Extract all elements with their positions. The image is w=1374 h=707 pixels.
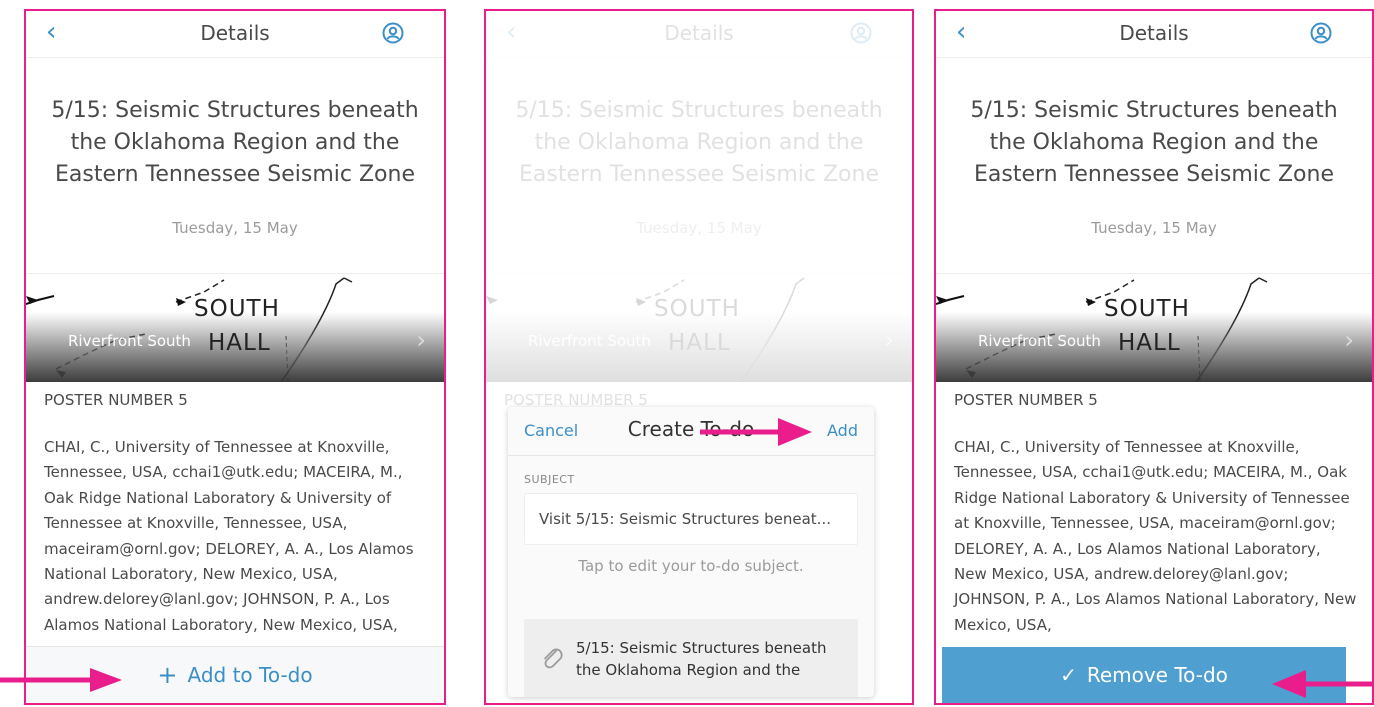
event-title: 5/15: Seismic Structures beneath the Okl… [51, 98, 419, 187]
remove-todo-label: Remove To-do [1086, 663, 1228, 687]
chevron-right-icon: › [1344, 326, 1354, 354]
user-circle-icon[interactable] [1310, 22, 1332, 44]
poster-number: POSTER NUMBER 5 [44, 391, 188, 409]
paperclip-icon [544, 648, 563, 669]
location-name: Riverfront South [978, 332, 1101, 350]
chevron-right-icon: › [416, 326, 426, 354]
map-label-hall: HALL [1118, 330, 1181, 356]
event-date: Tuesday, 15 May [1091, 219, 1217, 237]
subject-hint: Tap to edit your to-do subject. [578, 557, 804, 575]
screen-details-after: ‹ Details 5/15: Seismic Structures benea… [934, 9, 1374, 705]
nav-bar: ‹ Details [936, 11, 1372, 58]
location-pin-icon [486, 274, 504, 296]
poster-number: POSTER NUMBER 5 [954, 391, 1098, 409]
page-title: Details [1119, 21, 1189, 45]
chevron-right-icon: › [884, 326, 894, 354]
attachment-text: 5/15: Seismic Structures beneath the Okl… [576, 639, 827, 679]
annotation-arrow-add [700, 418, 812, 446]
add-to-todo-label: Add to To-do [187, 663, 313, 687]
location-map: SOUTH HALL Riverfront South › [486, 273, 912, 382]
nav-bar: ‹ Details [486, 11, 912, 58]
location-map[interactable]: SOUTH HALL Riverfront South › [26, 273, 444, 382]
user-circle-icon [850, 22, 872, 44]
checkmark-icon: ✓ [1060, 663, 1077, 687]
user-circle-icon[interactable] [382, 22, 404, 44]
subject-label: SUBJECT [524, 473, 575, 486]
map-label-hall: HALL [208, 330, 271, 356]
add-button[interactable]: Add [827, 421, 858, 440]
screen-details-before: ‹ Details 5/15: Seismic Structures benea… [24, 9, 446, 705]
authors-text: CHAI, C., University of Tennessee at Kno… [44, 438, 414, 634]
event-date: Tuesday, 15 May [636, 219, 762, 237]
event-title: 5/15: Seismic Structures beneath the Okl… [970, 98, 1338, 187]
annotation-arrow-add-to-todo [0, 668, 122, 692]
annotation-arrow-remove-todo [1272, 670, 1374, 698]
location-name: Riverfront South [528, 332, 651, 350]
authors-text: CHAI, C., University of Tennessee at Kno… [954, 438, 1357, 634]
attachment-item[interactable]: 5/15: Seismic Structures beneath the Okl… [524, 619, 858, 697]
plus-icon: + [157, 661, 178, 689]
event-date: Tuesday, 15 May [172, 219, 298, 237]
location-pin-icon [26, 274, 44, 296]
location-map[interactable]: SOUTH HALL Riverfront South › [936, 273, 1372, 382]
screen-create-todo: ‹ Details 5/15: Seismic Structures benea… [484, 9, 914, 705]
subject-input[interactable]: Visit 5/15: Seismic Structures beneat... [524, 493, 858, 545]
page-title: Details [664, 21, 734, 45]
map-label-hall: HALL [668, 330, 731, 356]
location-name: Riverfront South [68, 332, 191, 350]
event-title: 5/15: Seismic Structures beneath the Okl… [515, 98, 883, 187]
location-pin-icon [936, 274, 954, 296]
nav-bar: ‹ Details [26, 11, 444, 58]
